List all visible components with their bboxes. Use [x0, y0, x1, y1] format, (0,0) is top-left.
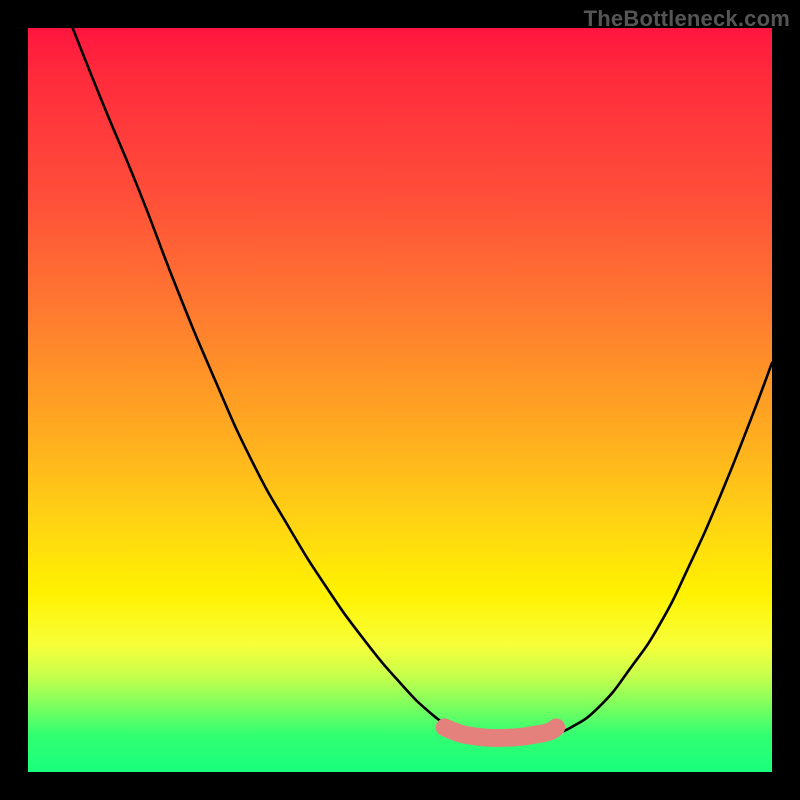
curve-group [73, 28, 772, 738]
plot-area [28, 28, 772, 772]
watermark-text: TheBottleneck.com [584, 6, 790, 32]
curve-layer [28, 28, 772, 772]
bottom-highlight [445, 727, 557, 738]
left-curve [73, 28, 467, 735]
right-curve [549, 363, 772, 735]
chart-frame: TheBottleneck.com [0, 0, 800, 800]
